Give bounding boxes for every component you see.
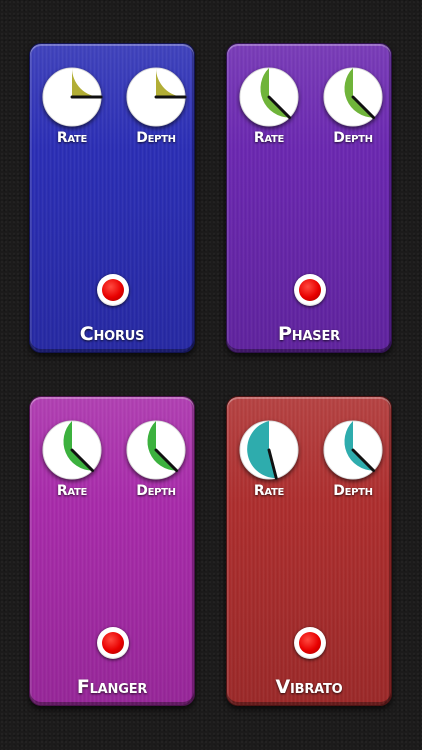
depth-knob[interactable]: [322, 419, 384, 481]
pedal-name: Phaser: [278, 323, 340, 345]
pedal-chorus: Rate Depth Chorus: [29, 43, 195, 353]
pedal-name: Vibrato: [275, 676, 343, 698]
depth-label: Depth: [136, 483, 176, 499]
footswitch[interactable]: [294, 274, 326, 306]
rate-knob[interactable]: [238, 419, 300, 481]
depth-knob[interactable]: [125, 419, 187, 481]
rate-knob-group: Rate: [40, 66, 104, 146]
depth-knob[interactable]: [322, 66, 384, 128]
pedal-name: Flanger: [76, 676, 148, 698]
led-indicator: [102, 279, 124, 301]
footswitch[interactable]: [97, 627, 129, 659]
rate-label: Rate: [253, 130, 285, 146]
rate-knob-group: Rate: [237, 419, 301, 499]
rate-label: Rate: [56, 483, 88, 499]
rate-label: Rate: [56, 130, 88, 146]
rate-knob[interactable]: [238, 66, 300, 128]
rate-knob[interactable]: [41, 66, 103, 128]
pedal-name: Chorus: [79, 323, 145, 345]
depth-knob-group: Depth: [124, 66, 188, 146]
pedal-phaser: Rate Depth Phaser: [226, 43, 392, 353]
rate-label: Rate: [253, 483, 285, 499]
depth-knob-group: Depth: [124, 419, 188, 499]
footswitch[interactable]: [294, 627, 326, 659]
depth-knob-group: Depth: [321, 66, 385, 146]
depth-label: Depth: [333, 130, 373, 146]
led-indicator: [102, 632, 124, 654]
depth-knob[interactable]: [125, 66, 187, 128]
rate-knob[interactable]: [41, 419, 103, 481]
led-indicator: [299, 632, 321, 654]
rate-knob-group: Rate: [40, 419, 104, 499]
depth-knob-group: Depth: [321, 419, 385, 499]
depth-label: Depth: [136, 130, 176, 146]
rate-knob-group: Rate: [237, 66, 301, 146]
depth-label: Depth: [333, 483, 373, 499]
pedal-vibrato: Rate Depth Vibrato: [226, 396, 392, 706]
led-indicator: [299, 279, 321, 301]
pedal-flanger: Rate Depth Flanger: [29, 396, 195, 706]
footswitch[interactable]: [97, 274, 129, 306]
